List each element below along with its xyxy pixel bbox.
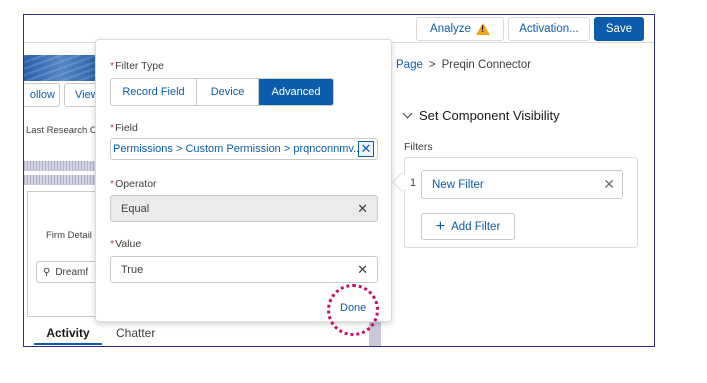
operator-label: *Operator — [110, 178, 157, 190]
firm-detail-card — [27, 191, 99, 317]
tab-chatter[interactable]: Chatter — [116, 323, 166, 340]
value-field[interactable]: True ✕ — [110, 256, 378, 283]
clear-value-icon[interactable]: ✕ — [357, 262, 368, 278]
canvas-divider — [24, 161, 99, 171]
operator-label-text: Operator — [115, 178, 157, 190]
value-label-text: Value — [115, 238, 142, 250]
section-title: Set Component Visibility — [419, 108, 560, 123]
filter-type-device[interactable]: Device — [197, 79, 259, 105]
filters-label: Filters — [404, 141, 433, 153]
warning-icon — [475, 23, 490, 35]
tab-activity[interactable]: Activity — [34, 323, 102, 345]
value-value: True — [121, 263, 144, 276]
filter-type-label-text: Filter Type — [115, 60, 164, 72]
breadcrumb-separator: > — [428, 59, 436, 71]
search-icon: ⚲ — [43, 266, 51, 278]
activation-button[interactable]: Activation... — [508, 17, 590, 41]
app-frame: Analyze Activation... Save ollow View La… — [23, 14, 655, 347]
chevron-down-icon — [402, 108, 413, 119]
add-filter-label: Add Filter — [451, 220, 501, 233]
remove-filter-icon[interactable]: ✕ — [603, 176, 615, 193]
clear-field-icon[interactable]: ✕ — [358, 141, 374, 157]
filter-item[interactable]: New Filter ✕ — [421, 170, 623, 199]
firm-detail-text: Firm Detail — [46, 230, 92, 241]
filter-type-record-field[interactable]: Record Field — [111, 79, 197, 105]
last-research-text: Last Research Co — [26, 125, 103, 136]
save-button[interactable]: Save — [594, 17, 644, 41]
field-selection-pill[interactable]: Permissions > Custom Permission > prqnco… — [110, 138, 378, 160]
operator-field[interactable]: Equal ✕ — [110, 195, 378, 222]
breadcrumb-current: Preqin Connector — [441, 59, 532, 71]
analyze-label: Analyze — [430, 23, 471, 35]
highlight-circle — [327, 284, 379, 336]
plus-icon: + — [435, 217, 446, 235]
filter-popover: *Filter Type Record Field Device Advance… — [95, 39, 392, 336]
field-label: *Field — [110, 122, 138, 134]
required-marker: * — [110, 60, 115, 72]
analyze-button[interactable]: Analyze — [416, 17, 504, 41]
filter-type-advanced[interactable]: Advanced — [259, 79, 333, 105]
record-banner — [24, 55, 99, 81]
value-label: *Value — [110, 238, 141, 250]
filter-type-segmented-control: Record Field Device Advanced — [110, 78, 334, 106]
operator-value: Equal — [121, 202, 150, 215]
filter-type-label: *Filter Type — [110, 60, 164, 72]
filter-number: 1 — [410, 177, 417, 189]
canvas-divider — [24, 175, 99, 185]
field-value: Permissions > Custom Permission > prqnco… — [113, 143, 363, 155]
background-search-input[interactable]: ⚲ Dreamf — [36, 261, 100, 283]
breadcrumb-page-link[interactable]: Page — [396, 59, 423, 71]
required-marker: * — [110, 178, 115, 190]
breadcrumb: Page > Preqin Connector — [396, 59, 531, 71]
required-marker: * — [110, 122, 115, 134]
clear-operator-icon[interactable]: ✕ — [357, 201, 368, 217]
add-filter-button[interactable]: + Add Filter — [421, 213, 515, 240]
field-label-text: Field — [115, 122, 138, 134]
visibility-section-toggle[interactable]: Set Component Visibility — [402, 108, 560, 123]
background-search-text: Dreamf — [55, 266, 89, 278]
filter-item-label: New Filter — [432, 178, 484, 191]
follow-button[interactable]: ollow — [24, 83, 60, 107]
required-marker: * — [110, 238, 115, 250]
